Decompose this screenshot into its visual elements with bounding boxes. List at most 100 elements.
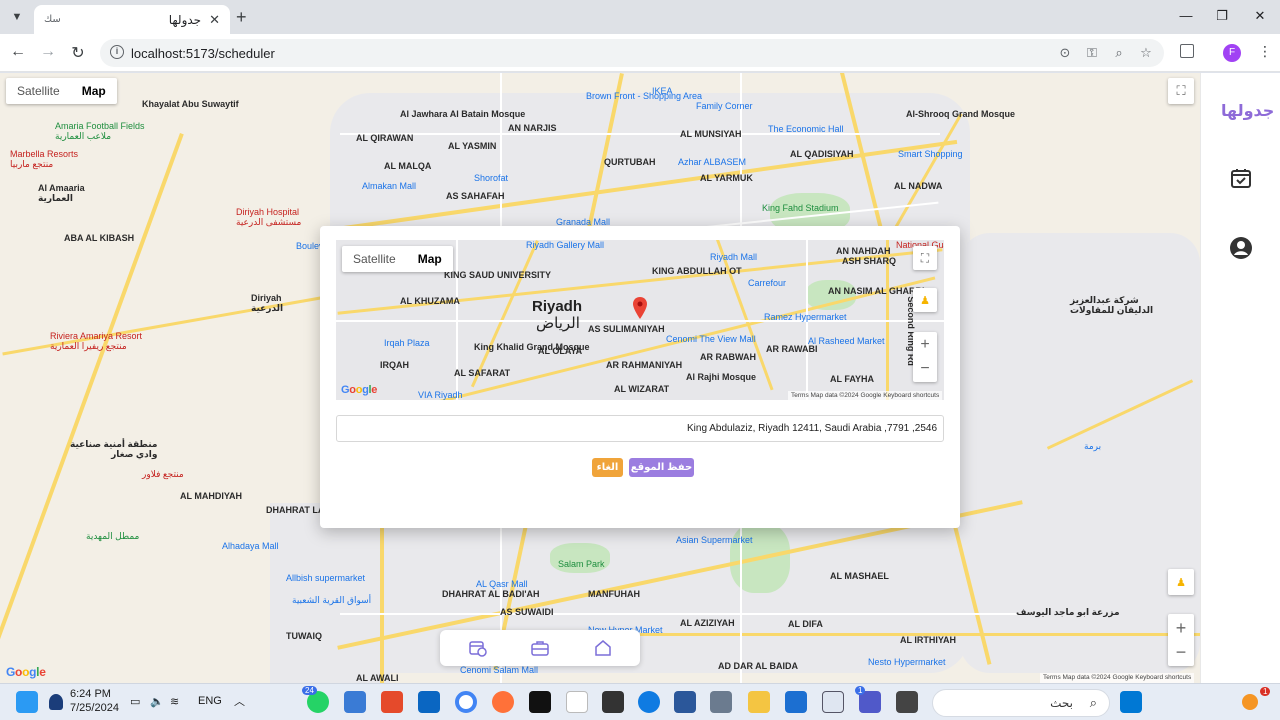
map-label: AD DAR AL BAIDA bbox=[718, 661, 798, 671]
browser-tab[interactable]: سك جدولها ✕ bbox=[34, 5, 230, 34]
zoom-icon[interactable]: ⌕ bbox=[1110, 45, 1128, 61]
wifi-icon[interactable]: ≋ bbox=[170, 695, 179, 708]
widgets-icon[interactable] bbox=[16, 691, 38, 713]
forward-icon[interactable]: → bbox=[38, 43, 58, 61]
calendar-check-icon[interactable] bbox=[1229, 166, 1253, 190]
restore-icon[interactable]: ❐ bbox=[1212, 8, 1232, 24]
map-label: Diriyah Hospital مستشفى الدرعية bbox=[236, 207, 302, 228]
location-map[interactable]: Riyadh Gallery Mall KING SAUD UNIVERSITY… bbox=[336, 240, 944, 400]
password-key-icon[interactable]: ⚿ bbox=[1083, 45, 1101, 61]
location-icon[interactable]: ⊙ bbox=[1056, 45, 1074, 61]
file-explorer-icon[interactable] bbox=[748, 691, 770, 713]
reload-icon[interactable]: ↻ bbox=[68, 43, 88, 63]
site-info-icon[interactable]: i bbox=[110, 45, 124, 59]
bookmark-star-icon[interactable]: ☆ bbox=[1137, 45, 1155, 61]
map-label: AL MUNSIYAH bbox=[680, 129, 742, 139]
scheduler-page: Khayalat Abu Suwaytif Amaria Football Fi… bbox=[0, 73, 1280, 683]
clock-time[interactable]: 6:24 PM bbox=[70, 688, 111, 700]
word-icon[interactable] bbox=[674, 691, 696, 713]
map-label: AL Qasr Mall bbox=[476, 579, 528, 589]
modal-zoom-out-icon[interactable]: − bbox=[920, 357, 929, 381]
fullscreen-icon[interactable]: ⛶ bbox=[1168, 78, 1194, 104]
modal-map-button[interactable]: Map bbox=[407, 246, 453, 272]
calendar-clock-icon[interactable] bbox=[468, 638, 488, 658]
new-tab-icon[interactable]: + bbox=[236, 7, 247, 28]
meet-now-icon[interactable] bbox=[49, 694, 63, 710]
address-input[interactable]: King Abdulaziz, Riyadh 12411, Saudi Arab… bbox=[336, 415, 944, 442]
map-attribution[interactable]: Terms Map data ©2024 Google Keyboard sho… bbox=[1040, 673, 1195, 683]
profile-avatar[interactable]: F bbox=[1223, 44, 1241, 62]
map-label: IKEA bbox=[652, 86, 673, 96]
map-label: Asian Supermarket bbox=[676, 535, 753, 545]
map-label: TUWAIQ bbox=[286, 631, 322, 641]
screen-recorder-icon[interactable] bbox=[602, 691, 624, 713]
close-tab-icon[interactable]: ✕ bbox=[209, 12, 220, 28]
map-label: King Fahd Stadium bbox=[762, 203, 839, 213]
modal-google-logo[interactable]: Google bbox=[341, 384, 377, 396]
modal-fullscreen-icon[interactable]: ⛶ bbox=[913, 246, 937, 270]
map-label: AN NARJIS bbox=[508, 123, 557, 133]
tab-search-icon[interactable]: ▼ bbox=[6, 7, 28, 27]
zoom-out-icon[interactable]: − bbox=[1176, 640, 1187, 664]
taskbar-search[interactable]: بحث ⌕ bbox=[932, 689, 1110, 717]
chrome-icon[interactable] bbox=[455, 691, 477, 713]
map-label: AL KHUZAMA bbox=[400, 296, 460, 306]
map-label: AL WIZARAT bbox=[614, 384, 670, 394]
notification-icon[interactable] bbox=[1242, 694, 1258, 710]
map-label: AS SUWAIDI bbox=[500, 607, 554, 617]
clock-date[interactable]: 7/25/2024 bbox=[70, 702, 119, 714]
store-icon[interactable] bbox=[785, 691, 807, 713]
edge-icon[interactable] bbox=[638, 691, 660, 713]
firefox-icon[interactable] bbox=[492, 691, 514, 713]
save-location-button[interactable]: حفظ الموقع bbox=[629, 458, 694, 477]
battery-icon[interactable]: ▭ bbox=[130, 695, 140, 708]
map-label: Ramez Hypermarket bbox=[764, 312, 847, 322]
browser-toolbar: ← → ↻ i localhost:5173/scheduler ⊙ ⚿ ⌕ ☆… bbox=[0, 34, 1280, 72]
zoom-in-icon[interactable]: + bbox=[1176, 616, 1187, 640]
modal-pegman-icon[interactable]: ♟ bbox=[913, 288, 937, 312]
city-name-ar: الرياض bbox=[536, 315, 580, 332]
satellite-button[interactable]: Satellite bbox=[6, 78, 71, 104]
windows-start-icon[interactable] bbox=[1120, 691, 1142, 713]
pegman-icon[interactable]: ♟ bbox=[1168, 569, 1194, 595]
map-button[interactable]: Map bbox=[71, 78, 117, 104]
address-bar[interactable]: i localhost:5173/scheduler ⊙ ⚿ ⌕ ☆ bbox=[100, 39, 1164, 67]
modal-zoom-in-icon[interactable]: + bbox=[920, 333, 929, 357]
map-label: VIA Riyadh bbox=[418, 390, 463, 400]
show-hidden-icons[interactable]: ︿ bbox=[234, 693, 245, 709]
vscode-icon[interactable] bbox=[418, 691, 440, 713]
back-icon[interactable]: ← bbox=[8, 43, 28, 61]
pycharm-icon[interactable] bbox=[529, 691, 551, 713]
wps-icon[interactable] bbox=[566, 691, 588, 713]
browser-menu-icon[interactable]: ⋮ bbox=[1258, 43, 1272, 60]
map-label: AR RAWABI bbox=[766, 344, 818, 354]
map-label: Al Jawhara Al Batain Mosque bbox=[400, 109, 526, 119]
map-label: Riyadh Mall bbox=[710, 252, 758, 262]
google-logo[interactable]: Google bbox=[6, 665, 46, 679]
close-window-icon[interactable]: ✕ bbox=[1250, 8, 1270, 24]
map-label: Al Rasheed Market bbox=[808, 336, 885, 346]
snipping-tool-icon[interactable] bbox=[344, 691, 366, 713]
figma-icon[interactable] bbox=[381, 691, 403, 713]
virtualbox-icon[interactable] bbox=[822, 691, 844, 713]
volume-icon[interactable]: 🔈 bbox=[150, 695, 164, 708]
brand-logo[interactable]: جدولها bbox=[1221, 101, 1274, 121]
home-icon[interactable] bbox=[593, 638, 613, 658]
location-pin-icon[interactable] bbox=[633, 297, 647, 319]
address-bar-url[interactable]: localhost:5173/scheduler bbox=[131, 46, 275, 61]
modal-satellite-button[interactable]: Satellite bbox=[342, 246, 407, 272]
terminal-icon[interactable] bbox=[896, 691, 918, 713]
minimize-icon[interactable]: — bbox=[1176, 8, 1196, 23]
cancel-button[interactable]: الغاء bbox=[592, 458, 623, 477]
map-label: AL AWALI bbox=[356, 673, 399, 683]
photo-app-icon[interactable] bbox=[710, 691, 732, 713]
map-label: AL SAFARAT bbox=[454, 368, 511, 378]
extensions-icon[interactable] bbox=[1180, 44, 1194, 58]
modal-map-attribution[interactable]: Terms Map data ©2024 Google Keyboard sho… bbox=[788, 391, 943, 400]
user-profile-icon[interactable] bbox=[1229, 236, 1253, 260]
map-label: Amaria Football Fields ملاعب العمارية bbox=[55, 121, 145, 142]
map-label: Allbish supermarket bbox=[286, 573, 366, 583]
language-indicator[interactable]: ENG bbox=[198, 695, 222, 707]
briefcase-icon[interactable] bbox=[530, 638, 550, 658]
map-label: AR RABWAH bbox=[700, 352, 756, 362]
